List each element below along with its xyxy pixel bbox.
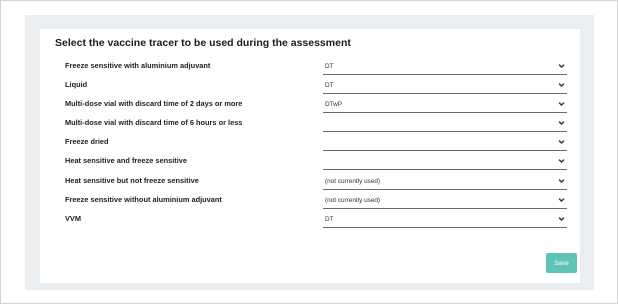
selected-value: DT [325,216,334,223]
save-button[interactable]: Save [546,253,577,273]
tracer-label: Liquid [65,80,88,89]
tracer-row-freeze-dried: Freeze dried [40,136,580,152]
page-frame: Select the vaccine tracer to be used dur… [0,0,618,304]
tracer-row-multi-dose-6-hours: Multi-dose vial with discard time of 6 h… [40,117,580,133]
tracer-selection-card: Select the vaccine tracer to be used dur… [40,29,580,283]
selected-value: DT [325,63,334,70]
tracer-row-freeze-sensitive-no-aluminium: Freeze sensitive without aluminium adjuv… [40,194,580,210]
tracer-select-multi-dose-2-days[interactable]: DTwP [323,98,567,113]
tracer-select-multi-dose-6-hours[interactable] [323,117,567,132]
chevron-down-icon [558,102,565,107]
tracer-label: Heat sensitive and freeze sensitive [65,156,188,165]
tracer-select-liquid[interactable]: DT [323,79,567,94]
tracer-row-vvm: VVM DT [40,213,580,229]
chevron-down-icon [558,140,565,145]
selected-value: (not currently used) [325,178,381,185]
tracer-select-heat-and-freeze-sensitive[interactable] [323,155,567,170]
tracer-row-freeze-sensitive-aluminium: Freeze sensitive with aluminium adjuvant… [40,60,580,76]
chevron-down-icon [558,159,565,164]
tracer-label: Multi-dose vial with discard time of 2 d… [65,99,243,108]
selected-value: (not currently used) [325,197,381,204]
chevron-down-icon [558,217,565,222]
tracer-label: Freeze sensitive with aluminium adjuvant [65,61,211,70]
tracer-label: Heat sensitive but not freeze sensitive [65,176,199,185]
selected-value: DT [325,82,334,89]
chevron-down-icon [558,179,565,184]
chevron-down-icon [558,198,565,203]
tracer-select-heat-not-freeze-sensitive[interactable]: (not currently used) [323,175,567,190]
chevron-down-icon [558,64,565,69]
page-title: Select the vaccine tracer to be used dur… [55,37,351,49]
tracer-select-freeze-dried[interactable] [323,136,567,151]
selected-value: DTwP [325,101,343,108]
tracer-select-freeze-sensitive-no-aluminium[interactable]: (not currently used) [323,194,567,209]
tracer-label: VVM [65,214,82,223]
tracer-select-vvm[interactable]: DT [323,213,567,228]
tracer-row-multi-dose-2-days: Multi-dose vial with discard time of 2 d… [40,98,580,114]
tracer-select-freeze-sensitive-aluminium[interactable]: DT [323,60,567,75]
tracer-row-liquid: Liquid DT [40,79,580,95]
chevron-down-icon [558,121,565,126]
tracer-label: Freeze dried [65,137,109,146]
tracer-row-heat-and-freeze-sensitive: Heat sensitive and freeze sensitive [40,155,580,171]
tracer-label: Freeze sensitive without aluminium adjuv… [65,195,222,204]
tracer-row-heat-not-freeze-sensitive: Heat sensitive but not freeze sensitive … [40,175,580,191]
tracer-label: Multi-dose vial with discard time of 6 h… [65,118,243,127]
chevron-down-icon [558,83,565,88]
